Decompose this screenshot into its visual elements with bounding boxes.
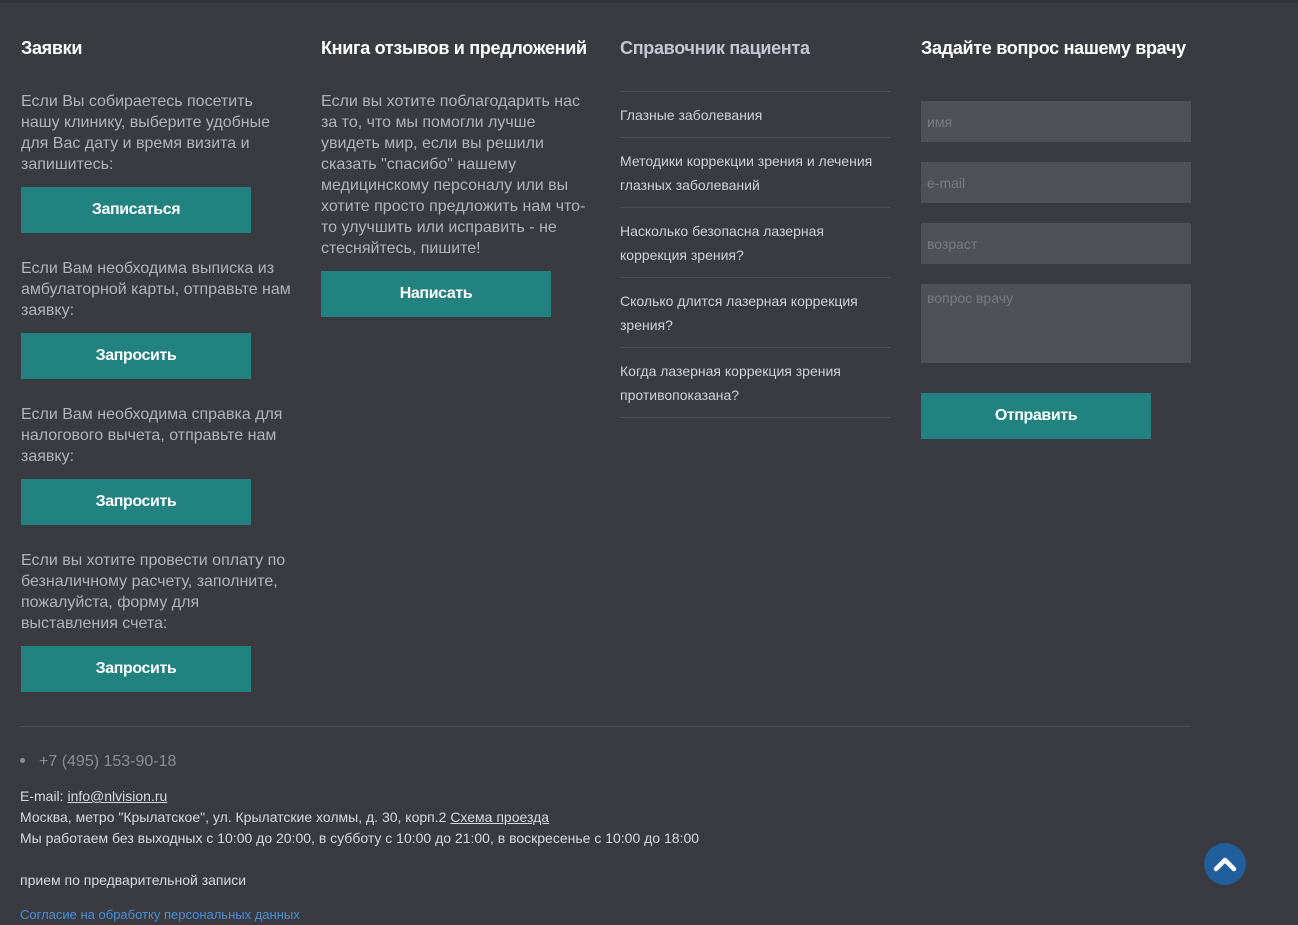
tax-certificate-text: Если Вам необходима справка для налогово… [21,406,283,465]
handbook-item-laser-duration[interactable]: Сколько длится лазерная коррекция зрения… [620,277,891,347]
submit-question-button[interactable]: Отправить [921,393,1151,439]
phone-number[interactable]: +7 (495) 153-90-18 [39,753,176,770]
invoice-text: Если вы хотите провести оплату по безнал… [21,552,286,632]
question-textarea[interactable] [921,284,1191,363]
email-label: E-mail: [20,788,64,804]
outpatient-extract-text: Если Вам необходима выписка из амбулатор… [21,260,291,319]
book-appointment-button[interactable]: Записаться [21,187,251,233]
email-input[interactable] [921,162,1191,203]
address-line: Москва, метро "Крылатское", ул. Крылатск… [20,809,549,825]
working-hours: Мы работаем без выходных с 10:00 до 20:0… [20,830,700,846]
top-border [0,0,1298,3]
consent-link[interactable]: Согласие на обработку персональных данны… [20,907,300,922]
address-text: Москва, метро "Крылатское", ул. Крылатск… [20,809,447,825]
request-extract-button[interactable]: Запросить [21,333,251,379]
email-link[interactable]: info@nlvision.ru [67,788,167,804]
ask-doctor-title: Задайте вопрос нашему врачу [921,38,1186,58]
handbook-title[interactable]: Справочник пациента [620,38,810,59]
age-input[interactable] [921,223,1191,264]
name-input[interactable] [921,101,1191,142]
bullet-dot-icon [20,758,25,764]
reviews-text: Если вы хотите поблагодарить нас за то, … [321,93,586,257]
requests-title: Заявки [21,38,83,58]
handbook-list: Глазные заболевания Методики коррекции з… [620,91,891,418]
handbook-item-correction-methods[interactable]: Методики коррекции зрения и лечения глаз… [620,137,891,207]
chevron-up-icon [1213,857,1237,872]
phone-line: +7 (495) 153-90-18 [20,753,176,771]
request-tax-certificate-button[interactable]: Запросить [21,479,251,525]
route-map-link[interactable]: Схема проезда [450,809,549,825]
appointment-text: Если Вы собираетесь посетить нашу клиник… [21,93,271,173]
footer-divider [20,726,1191,727]
handbook-item-laser-contraindications[interactable]: Когда лазерная коррекция зрения противоп… [620,347,891,418]
request-invoice-button[interactable]: Запросить [21,646,251,692]
write-review-button[interactable]: Написать [321,271,551,317]
appointment-note: прием по предварительной записи [20,872,247,888]
scroll-to-top-button[interactable] [1204,843,1246,885]
email-line: E-mail: info@nlvision.ru [20,788,167,804]
reviews-title: Книга отзывов и предложений [321,38,587,58]
handbook-item-laser-safety[interactable]: Насколько безопасна лазерная коррекция з… [620,207,891,277]
handbook-item-eye-diseases[interactable]: Глазные заболевания [620,91,891,137]
